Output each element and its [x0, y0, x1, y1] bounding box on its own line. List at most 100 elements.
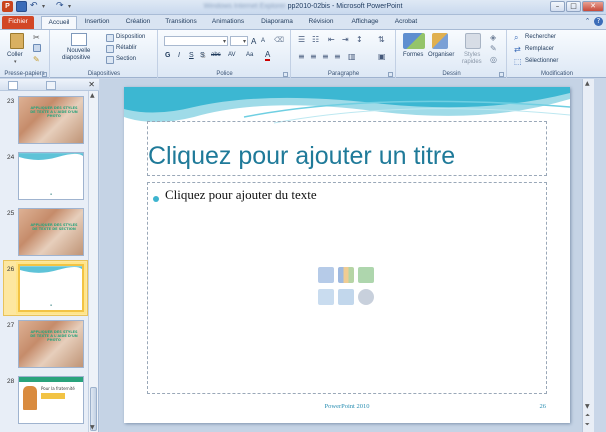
slide-thumbnail[interactable]: Pour la fraternité — [18, 376, 84, 424]
line-spacing-icon[interactable]: ↕ — [356, 35, 363, 44]
grow-font-button[interactable]: A — [251, 37, 256, 46]
align-right-icon[interactable]: ≡ — [322, 52, 329, 61]
format-painter-icon[interactable]: ✎ — [33, 55, 40, 64]
drawing-launcher-icon[interactable] — [499, 72, 504, 77]
copy-icon[interactable] — [33, 44, 41, 52]
insert-chart-icon[interactable] — [338, 267, 354, 283]
shape-outline-icon[interactable]: ✎ — [490, 44, 497, 53]
editor-scrollbar[interactable]: ▲ ▼ ⏶ ⏷ — [582, 79, 594, 432]
tab-home[interactable]: Accueil — [41, 16, 77, 29]
slide-thumbnail-selected[interactable]: ▪ — [18, 264, 84, 312]
help-icon[interactable]: ? — [594, 17, 603, 26]
arrange-button[interactable]: Organiser — [428, 52, 454, 58]
font-launcher-icon[interactable] — [283, 72, 288, 77]
scroll-down-icon[interactable]: ▼ — [90, 424, 95, 431]
bullets-icon[interactable]: ☰ — [298, 35, 305, 44]
find-button[interactable]: Rechercher — [525, 34, 556, 40]
slides-pane-scrollbar[interactable]: ▲ ▼ — [88, 91, 98, 432]
select-button[interactable]: Sélectionner — [525, 58, 558, 64]
minimize-button[interactable]: – — [550, 1, 565, 12]
tab-acrobat[interactable]: Acrobat — [390, 16, 422, 29]
font-name-combo[interactable] — [164, 36, 228, 46]
tab-file[interactable]: Fichier — [2, 16, 34, 29]
italic-button[interactable]: I — [178, 52, 180, 59]
new-slide-icon[interactable] — [71, 33, 87, 46]
insert-picture-icon[interactable] — [318, 289, 334, 305]
justify-icon[interactable]: ≡ — [334, 52, 341, 61]
close-pane-icon[interactable]: ✕ — [88, 80, 95, 89]
insert-media-icon[interactable] — [358, 289, 374, 305]
scroll-up-icon[interactable]: ▲ — [585, 80, 590, 87]
underline-button[interactable]: S — [189, 52, 194, 59]
strikethrough-button[interactable]: abc — [211, 52, 221, 58]
align-center-icon[interactable]: ≡ — [310, 52, 317, 61]
quick-styles-icon[interactable] — [465, 33, 481, 49]
character-spacing-button[interactable]: AV — [228, 52, 236, 58]
shapes-icon[interactable] — [403, 33, 425, 49]
tab-design[interactable]: Création — [120, 16, 156, 29]
next-slide-icon[interactable]: ⏷ — [585, 421, 590, 429]
shape-effects-icon[interactable]: ◎ — [490, 55, 497, 64]
font-size-combo[interactable] — [230, 36, 248, 46]
paste-icon[interactable] — [10, 33, 24, 49]
title-placeholder-text[interactable]: Cliquez pour ajouter un titre — [148, 142, 455, 171]
shadow-button[interactable]: S — [200, 52, 205, 59]
insert-clipart-icon[interactable] — [338, 289, 354, 305]
align-left-icon[interactable]: ≡ — [298, 52, 305, 61]
smartart-icon[interactable]: ▣ — [378, 52, 386, 61]
new-slide-button[interactable]: Nouvelle — [67, 48, 90, 54]
layout-icon[interactable] — [106, 34, 114, 42]
paste-dropdown-icon[interactable]: ▾ — [14, 59, 17, 65]
shape-fill-icon[interactable]: ◈ — [490, 33, 496, 42]
columns-icon[interactable]: ▥ — [348, 52, 356, 61]
tab-view[interactable]: Affichage — [346, 16, 384, 29]
select-icon[interactable]: ⬚ — [514, 57, 522, 66]
increase-indent-icon[interactable]: ⇥ — [342, 35, 349, 44]
thumbnail-row[interactable]: 24 ▪ — [0, 152, 88, 204]
slide-thumbnail[interactable]: APPLIQUER DES STYLES DE TEXTE A L'AIDE D… — [18, 96, 84, 144]
new-slide-button-line2[interactable]: diapositive — [62, 55, 90, 61]
reset-icon[interactable] — [106, 45, 114, 53]
minimize-ribbon-icon[interactable]: ⌃ — [583, 17, 592, 26]
quick-styles-button-line2[interactable]: rapides — [462, 59, 482, 65]
slide-thumbnail[interactable]: ▪ — [18, 152, 84, 200]
reset-button[interactable]: Rétablir — [116, 45, 137, 51]
insert-table-icon[interactable] — [318, 267, 334, 283]
thumbnail-row[interactable]: 28 Pour la fraternité — [0, 376, 88, 428]
slides-tab[interactable] — [8, 81, 18, 90]
replace-icon[interactable]: ⇄ — [514, 45, 521, 54]
tab-slideshow[interactable]: Diaporama — [258, 16, 296, 29]
slide-thumbnail[interactable]: APPLIQUER DES STYLES DE TEXTE A L'AIDE D… — [18, 320, 84, 368]
scroll-up-icon[interactable]: ▲ — [90, 92, 95, 99]
cut-icon[interactable]: ✂ — [33, 33, 40, 42]
tab-insert[interactable]: Insertion — [80, 16, 114, 29]
clear-format-icon[interactable]: ⌫ — [274, 36, 284, 44]
thumbnail-row-selected[interactable]: 26 ▪ — [0, 264, 88, 316]
tab-animations[interactable]: Animations — [208, 16, 248, 29]
thumbnail-row[interactable]: 27 APPLIQUER DES STYLES DE TEXTE A L'AID… — [0, 320, 88, 372]
previous-slide-icon[interactable]: ⏶ — [585, 412, 590, 420]
replace-button[interactable]: Remplacer — [525, 46, 554, 52]
section-button[interactable]: Section — [116, 56, 136, 62]
tab-transitions[interactable]: Transitions — [160, 16, 202, 29]
section-icon[interactable] — [106, 56, 114, 64]
quick-styles-button[interactable]: Styles — [464, 52, 480, 58]
change-case-button[interactable]: Aa — [246, 52, 253, 58]
slide-thumbnail[interactable]: APPLIQUER DES STYLES DE TEXTE DE SECTION — [18, 208, 84, 256]
body-placeholder-text[interactable]: Cliquez pour ajouter du texte — [165, 187, 317, 203]
shapes-button[interactable]: Formes — [403, 52, 423, 58]
insert-smartart-icon[interactable] — [358, 267, 374, 283]
thumbnail-row[interactable]: 25 APPLIQUER DES STYLES DE TEXTE DE SECT… — [0, 208, 88, 260]
decrease-indent-icon[interactable]: ⇤ — [328, 35, 335, 44]
layout-button[interactable]: Disposition — [116, 34, 145, 40]
arrange-icon[interactable] — [432, 33, 448, 49]
text-direction-icon[interactable]: ⇅ — [378, 35, 385, 44]
numbering-icon[interactable]: ☷ — [312, 35, 319, 44]
shrink-font-button[interactable]: A — [261, 38, 265, 44]
current-slide[interactable]: Cliquez pour ajouter un titre Cliquez po… — [124, 87, 570, 423]
paste-button[interactable]: Coller — [7, 52, 23, 58]
clipboard-launcher-icon[interactable] — [42, 72, 47, 77]
outline-tab[interactable] — [46, 81, 56, 90]
find-icon[interactable]: ⌕ — [514, 33, 518, 43]
font-color-button[interactable]: A — [265, 51, 271, 61]
